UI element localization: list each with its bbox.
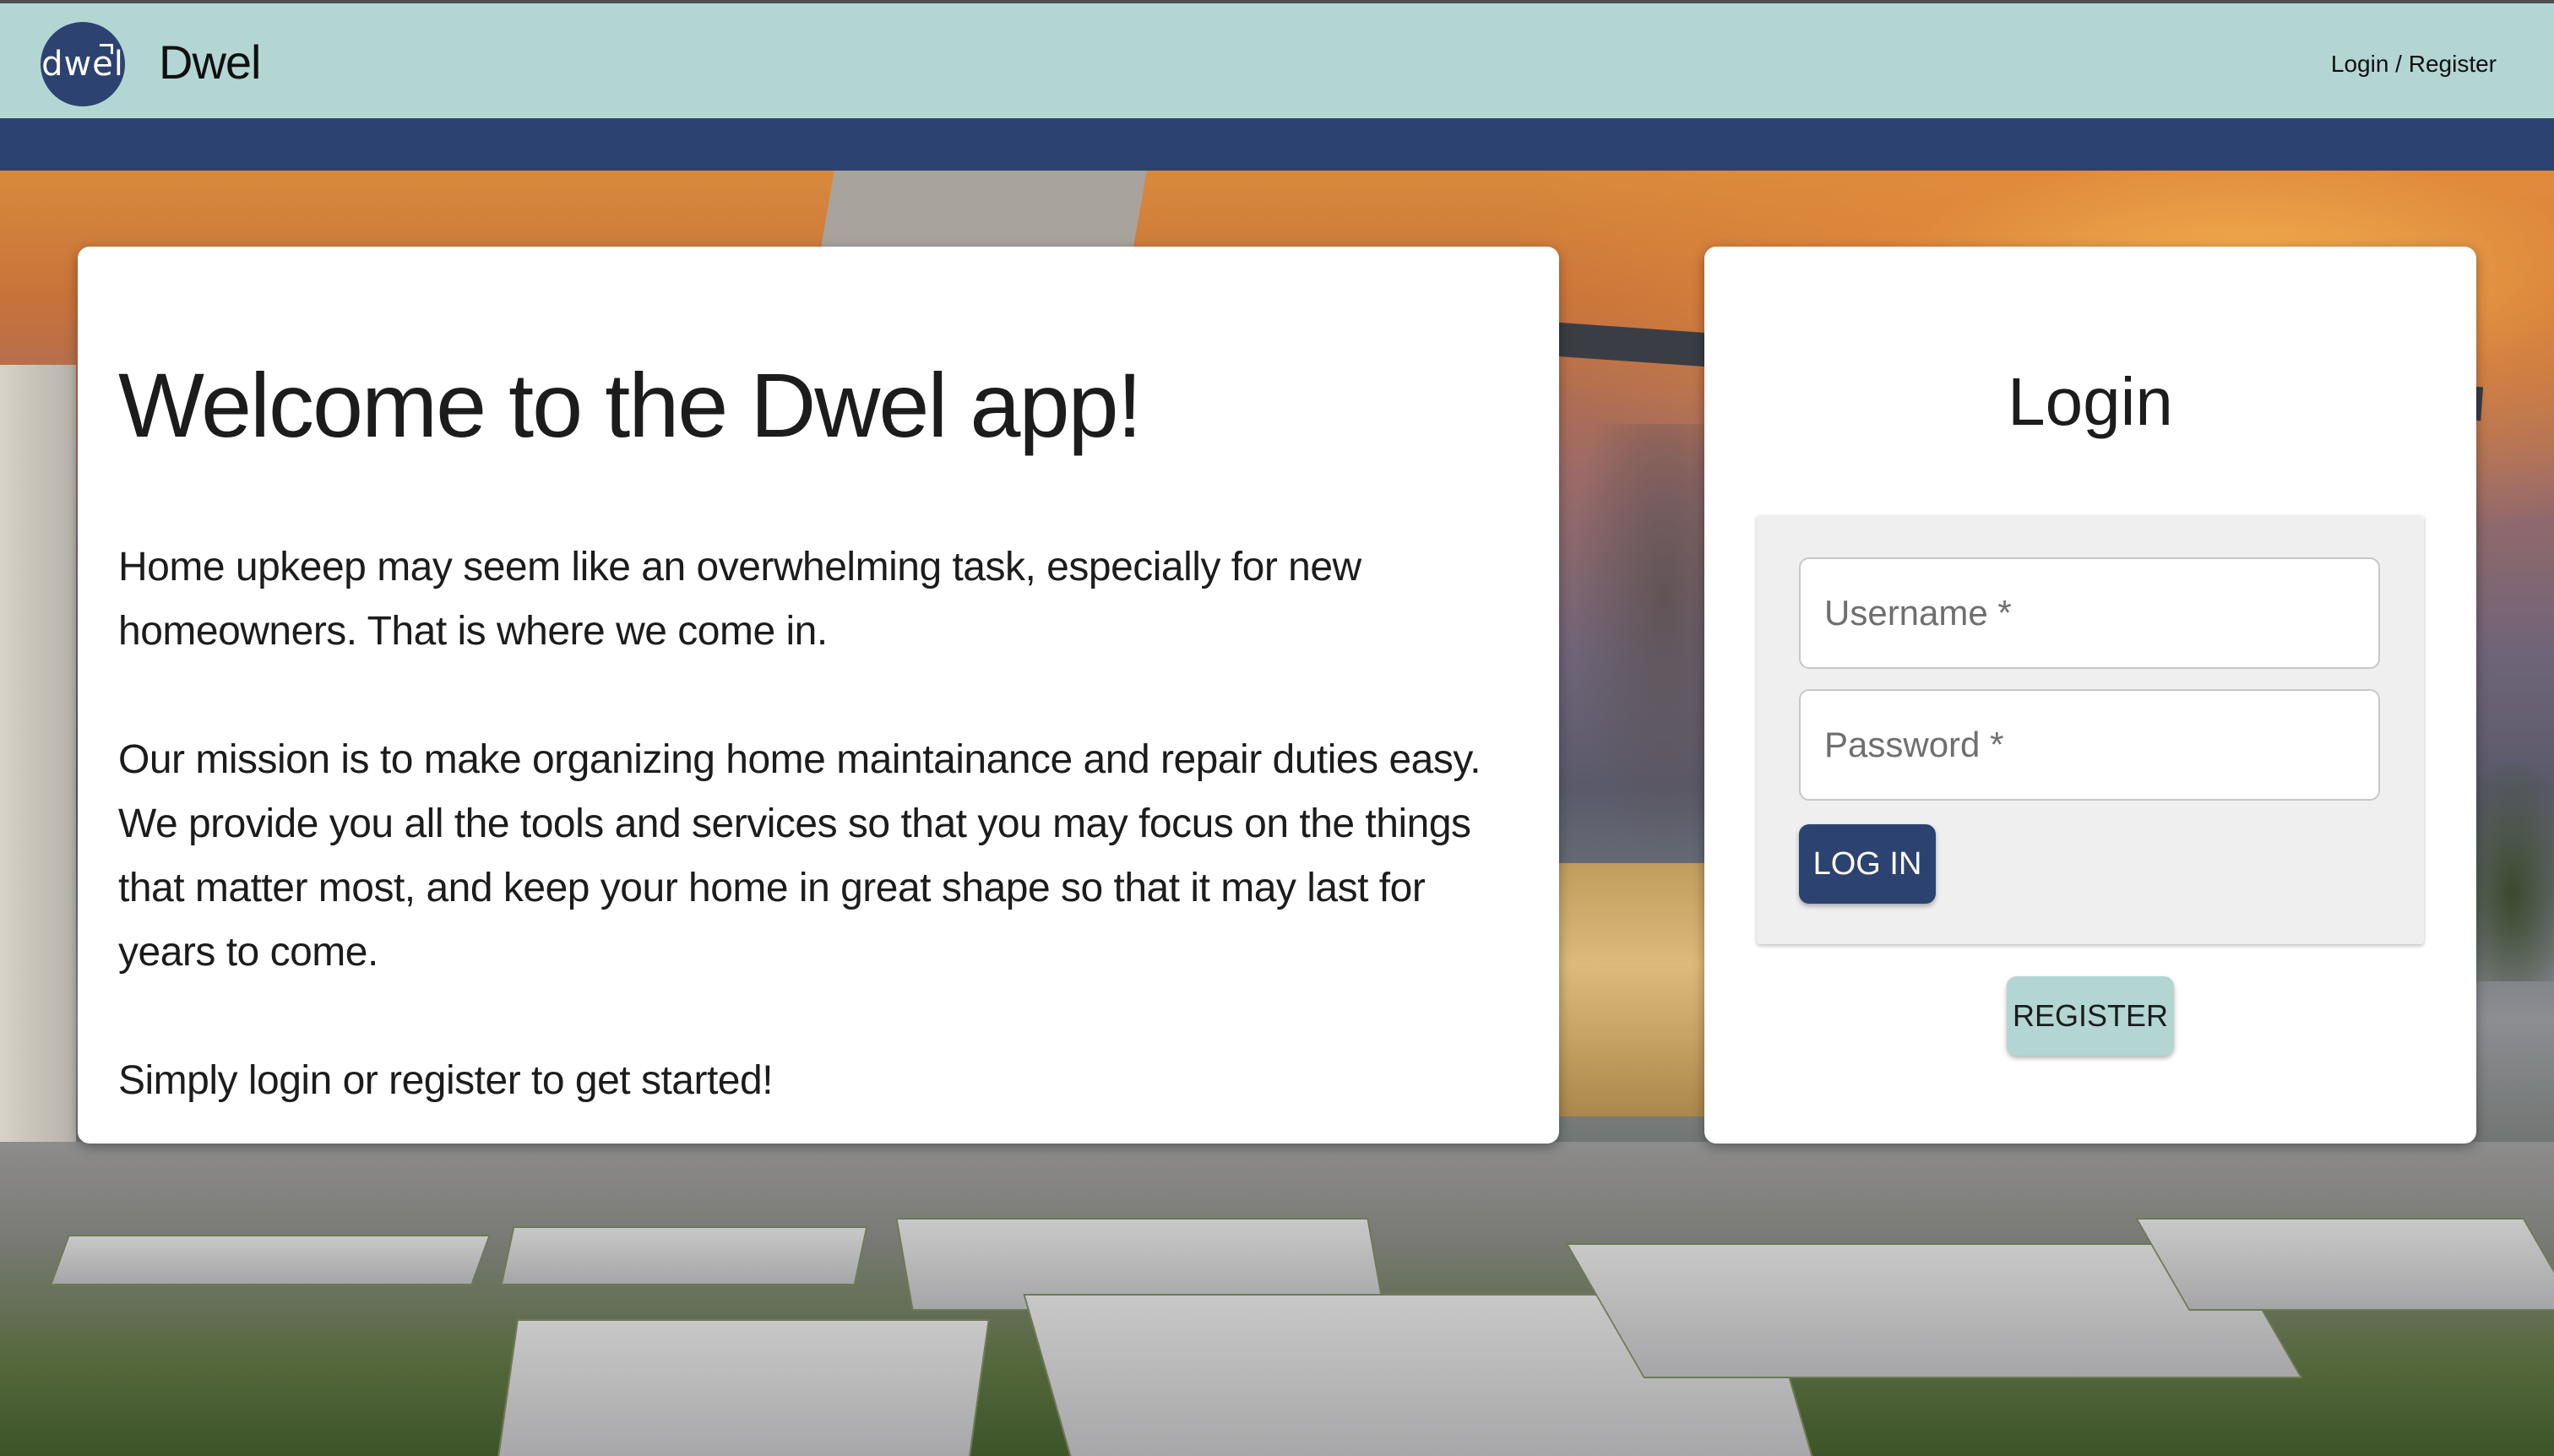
paving-slab: [500, 1226, 868, 1285]
login-form: LOG IN: [1757, 515, 2424, 944]
paving-slab: [2135, 1218, 2554, 1311]
login-register-link[interactable]: Login / Register: [2331, 46, 2497, 83]
paving-slab: [50, 1235, 491, 1285]
lit-window: [1554, 863, 1706, 1116]
header-accent-stripe: [0, 118, 2554, 171]
login-card: Login LOG IN REGISTER: [1704, 247, 2476, 1144]
mission-paragraph: Our mission is to make organizing home m…: [118, 737, 1481, 975]
welcome-card: Welcome to the Dwel app! Home upkeep may…: [78, 247, 1559, 1144]
login-button[interactable]: LOG IN: [1799, 824, 1936, 904]
username-input[interactable]: [1799, 557, 2380, 669]
building-upper-wall: [821, 171, 1147, 247]
intro-paragraph: Home upkeep may seem like an overwhelmin…: [118, 545, 1361, 654]
login-title: Login: [2008, 364, 2173, 439]
password-input[interactable]: [1799, 689, 2380, 801]
welcome-title: Welcome to the Dwel app!: [118, 354, 1143, 456]
building-left-wall: [0, 365, 76, 1209]
register-button[interactable]: REGISTER: [2007, 976, 2174, 1056]
app-header: dwel Dwel Login / Register: [0, 0, 2554, 118]
cta-paragraph: Simply login or register to get started!: [118, 1058, 774, 1103]
paving-slab: [497, 1319, 990, 1456]
dwel-logo-icon[interactable]: dwel: [41, 22, 125, 106]
welcome-body: Home upkeep may seem like an overwhelmin…: [118, 535, 1519, 1113]
logo-roof-mark: [100, 44, 113, 54]
app-name: Dwel: [159, 35, 261, 89]
